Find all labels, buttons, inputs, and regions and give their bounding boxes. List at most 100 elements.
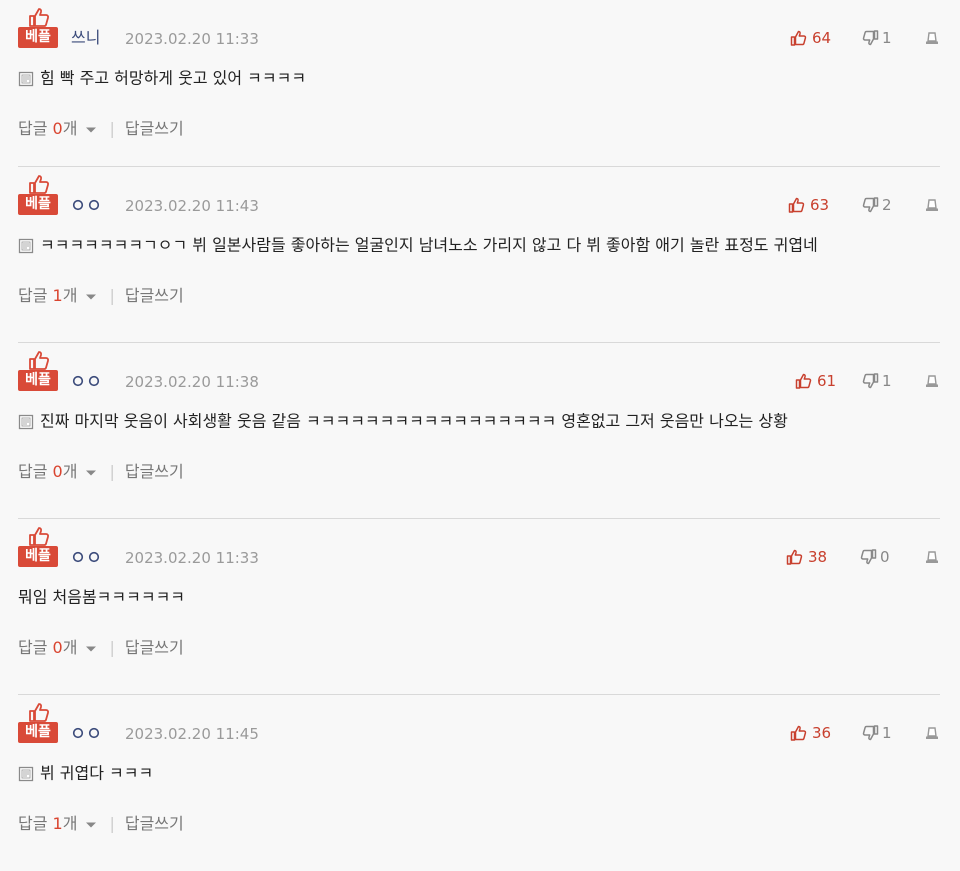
report-icon[interactable] xyxy=(925,551,939,564)
thumbs-up-icon xyxy=(29,8,50,27)
reply-label: 답글 xyxy=(18,119,48,138)
reply-label: 답글 xyxy=(18,462,48,481)
write-reply-link[interactable]: 답글쓰기 xyxy=(125,119,184,138)
comment-body: ㅋㅋㅋㅋㅋㅋㅋㄱㅇㄱ 뷔 일본사람들 좋아하는 얼굴인지 남녀노소 가리지 않고… xyxy=(18,233,818,257)
comment-footer: 답글 1개 | 답글쓰기 xyxy=(18,284,184,308)
author-name-circles[interactable] xyxy=(72,199,102,211)
comment-item: 베플 쓰니 2023.02.20 11:33 64 1 힘 빡 주고 허망하게 … xyxy=(0,0,960,167)
comment-date: 2023.02.20 11:33 xyxy=(125,549,259,567)
reply-toggle[interactable]: 답글 0개 xyxy=(18,119,97,138)
reply-count: 0 xyxy=(52,638,63,657)
divider-bar: | xyxy=(109,638,115,657)
thumbs-up-icon xyxy=(786,549,803,565)
comment-list: 베플 쓰니 2023.02.20 11:33 64 1 힘 빡 주고 허망하게 … xyxy=(0,0,960,871)
reply-unit: 개 xyxy=(62,462,78,481)
memo-icon xyxy=(18,238,34,253)
reply-toggle[interactable]: 답글 0개 xyxy=(18,462,97,481)
comment-body: 뷔 귀엽다 ㅋㅋㅋ xyxy=(18,761,153,785)
thumbs-up-icon xyxy=(788,197,805,213)
write-reply-link[interactable]: 답글쓰기 xyxy=(125,638,184,657)
comment-body: 힘 빡 주고 허망하게 웃고 있어 ㅋㅋㅋㅋ xyxy=(18,66,306,90)
memo-icon xyxy=(18,414,34,429)
reply-toggle[interactable]: 답글 0개 xyxy=(18,638,97,657)
report-icon[interactable] xyxy=(925,727,939,740)
comment-footer: 답글 1개 | 답글쓰기 xyxy=(18,812,184,836)
reply-toggle[interactable]: 답글 1개 xyxy=(18,814,97,833)
best-comment-badge: 베플 xyxy=(18,702,58,744)
comment-item: 베플 2023.02.20 11:43 63 2 ㅋㅋㅋㅋㅋㅋㅋㄱㅇㄱ 뷔 일본… xyxy=(0,167,960,343)
dislike-count: 0 xyxy=(880,548,890,566)
reply-count: 0 xyxy=(52,462,63,481)
write-reply-link[interactable]: 답글쓰기 xyxy=(125,814,184,833)
thumbs-down-icon xyxy=(862,197,879,213)
comment-text: 진짜 마지막 웃음이 사회생활 웃음 같음 ㅋㅋㅋㅋㅋㅋㅋㅋㅋㅋㅋㅋㅋㅋㅋㅋㅋ … xyxy=(40,411,788,431)
comment-date: 2023.02.20 11:45 xyxy=(125,725,259,743)
author-name-circles[interactable] xyxy=(72,727,102,739)
divider-bar: | xyxy=(109,286,115,305)
thumbs-up-icon xyxy=(29,527,50,546)
like-count: 64 xyxy=(812,29,832,47)
best-label: 베플 xyxy=(18,194,58,215)
report-icon[interactable] xyxy=(925,32,939,45)
reply-unit: 개 xyxy=(62,638,78,657)
write-reply-link[interactable]: 답글쓰기 xyxy=(125,286,184,305)
comment-date: 2023.02.20 11:33 xyxy=(125,30,259,48)
like-count: 38 xyxy=(808,548,828,566)
comment-date: 2023.02.20 11:38 xyxy=(125,373,259,391)
comment-footer: 답글 0개 | 답글쓰기 xyxy=(18,117,184,141)
comment-body: 진짜 마지막 웃음이 사회생활 웃음 같음 ㅋㅋㅋㅋㅋㅋㅋㅋㅋㅋㅋㅋㅋㅋㅋㅋㅋ … xyxy=(18,409,788,433)
divider-bar: | xyxy=(109,119,115,138)
report-icon[interactable] xyxy=(925,199,939,212)
write-reply-link[interactable]: 답글쓰기 xyxy=(125,462,184,481)
best-comment-badge: 베플 xyxy=(18,174,58,216)
comment-item: 베플 2023.02.20 11:33 38 0 뭐임 처음봄ㅋㅋㅋㅋㅋㅋ 답글… xyxy=(0,519,960,695)
reply-unit: 개 xyxy=(62,814,78,833)
chevron-down-icon xyxy=(86,822,97,827)
best-comment-badge: 베플 xyxy=(18,350,58,392)
comment-item: 베플 2023.02.20 11:45 36 1 뷔 귀엽다 ㅋㅋㅋ 답글 1개… xyxy=(0,695,960,871)
thumbs-down-icon xyxy=(860,549,877,565)
reply-count: 0 xyxy=(52,119,63,138)
like-count: 63 xyxy=(810,196,830,214)
dislike-count: 2 xyxy=(882,196,892,214)
dislike-count: 1 xyxy=(882,724,892,742)
best-comment-badge: 베플 xyxy=(18,526,58,568)
chevron-down-icon xyxy=(86,294,97,299)
thumbs-up-icon xyxy=(790,30,807,46)
memo-icon xyxy=(18,766,34,781)
best-label: 베플 xyxy=(18,370,58,391)
reply-label: 답글 xyxy=(18,814,48,833)
thumbs-down-icon xyxy=(862,30,879,46)
like-count: 36 xyxy=(812,724,832,742)
comment-date: 2023.02.20 11:43 xyxy=(125,197,259,215)
dislike-count: 1 xyxy=(882,372,892,390)
thumbs-up-icon xyxy=(29,703,50,722)
divider-bar: | xyxy=(109,462,115,481)
best-label: 베플 xyxy=(18,546,58,567)
divider-bar: | xyxy=(109,814,115,833)
reply-label: 답글 xyxy=(18,286,48,305)
thumbs-up-icon xyxy=(29,351,50,370)
comment-text: 힘 빡 주고 허망하게 웃고 있어 ㅋㅋㅋㅋ xyxy=(40,68,307,88)
comment-item: 베플 2023.02.20 11:38 61 1 진짜 마지막 웃음이 사회생활… xyxy=(0,343,960,519)
comment-footer: 답글 0개 | 답글쓰기 xyxy=(18,460,184,484)
reply-label: 답글 xyxy=(18,638,48,657)
reply-unit: 개 xyxy=(62,119,78,138)
reply-toggle[interactable]: 답글 1개 xyxy=(18,286,97,305)
thumbs-up-icon xyxy=(790,725,807,741)
dislike-count: 1 xyxy=(882,29,892,47)
best-comment-badge: 베플 xyxy=(18,7,58,49)
reply-unit: 개 xyxy=(62,286,78,305)
best-label: 베플 xyxy=(18,27,58,48)
author-name-circles[interactable] xyxy=(72,375,102,387)
author-name[interactable]: 쓰니 xyxy=(71,27,100,49)
thumbs-down-icon xyxy=(862,373,879,389)
memo-icon xyxy=(18,71,34,86)
reply-count: 1 xyxy=(52,286,63,305)
thumbs-up-icon xyxy=(795,373,812,389)
author-name-circles[interactable] xyxy=(72,551,102,563)
best-label: 베플 xyxy=(18,722,58,743)
comment-footer: 답글 0개 | 답글쓰기 xyxy=(18,636,184,660)
comment-text: ㅋㅋㅋㅋㅋㅋㅋㄱㅇㄱ 뷔 일본사람들 좋아하는 얼굴인지 남녀노소 가리지 않고… xyxy=(40,235,818,255)
report-icon[interactable] xyxy=(925,375,939,388)
